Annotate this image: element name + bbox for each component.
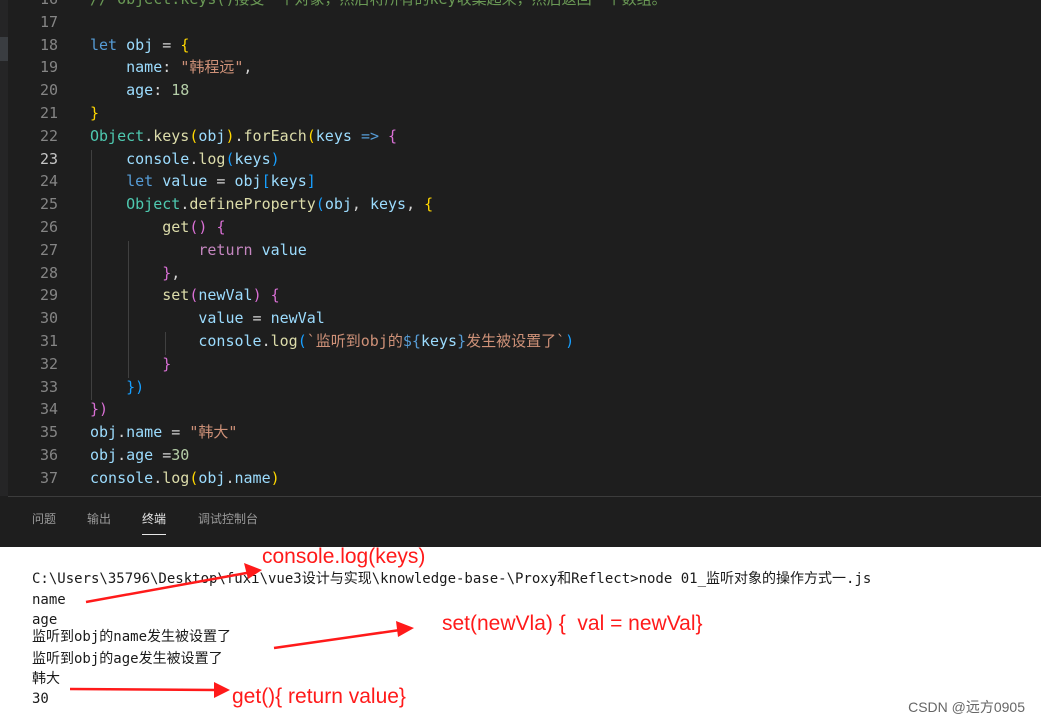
code-text[interactable]: let obj = { — [90, 34, 189, 57]
code-line[interactable]: 20 age: 18 — [0, 79, 1041, 102]
code-line[interactable]: 21} — [0, 102, 1041, 125]
terminal-output-line: name — [32, 592, 66, 608]
line-number: 20 — [39, 81, 58, 100]
code-text[interactable]: } — [90, 353, 171, 376]
code-line[interactable]: 17 — [0, 11, 1041, 34]
tab-terminal[interactable]: 终端 — [142, 510, 167, 535]
code-editor[interactable]: 16 // Object.keys()接受一个对象，然后将所有的key收集起来，然… — [0, 0, 1041, 496]
code-line[interactable]: 22 Object.keys(obj).forEach(keys => { — [0, 125, 1041, 148]
line-number: 29 — [39, 286, 58, 305]
code-text[interactable]: console.log(`监听到obj的${keys}发生被设置了`) — [90, 330, 574, 353]
line-number: 21 — [39, 104, 58, 122]
code-line[interactable]: 32 } — [0, 353, 1041, 376]
code-text[interactable]: console.log(obj.name) — [90, 467, 280, 490]
code-line[interactable]: 34}) — [0, 398, 1041, 421]
code-text[interactable]: Object.keys(obj).forEach(keys => { — [90, 125, 397, 148]
panel-divider — [8, 496, 1041, 497]
code-text[interactable]: return value — [90, 239, 306, 262]
code-text[interactable]: }, — [90, 262, 180, 285]
code-line[interactable]: 36 obj.age =30 — [0, 444, 1041, 467]
line-number: 36 — [39, 446, 58, 464]
annotation-get: get(){ return value} — [232, 685, 406, 708]
line-number: 33 — [39, 377, 58, 396]
code-line[interactable]: 26 get() { — [0, 216, 1041, 239]
code-text[interactable]: }) — [90, 398, 108, 421]
terminal-output-line: 监听到obj的name发生被设置了 — [32, 629, 232, 645]
code-text[interactable]: // Object.keys()接受一个对象，然后将所有的key收集起来，然后返… — [90, 0, 667, 11]
code-line[interactable]: 29 set(newVal) { — [0, 284, 1041, 307]
line-number: 24 — [39, 172, 58, 191]
code-line[interactable]: 16 // Object.keys()接受一个对象，然后将所有的key收集起来，然… — [0, 0, 1041, 11]
line-number: 37 — [39, 468, 58, 487]
line-number: 16 — [8, 0, 58, 11]
line-number: 32 — [39, 354, 58, 373]
code-text[interactable]: }) — [90, 376, 144, 399]
tab-output[interactable]: 输出 — [87, 510, 111, 528]
terminal-command-line: C:\Users\35796\Desktop\fuxi\vue3设计与实现\kn… — [32, 571, 872, 587]
line-number: 22 — [39, 126, 58, 145]
code-line[interactable]: 27 return value — [0, 239, 1041, 262]
annotation-console-log: console.log(keys) — [262, 545, 426, 568]
code-line[interactable]: 24 let value = obj[keys] — [0, 170, 1041, 193]
code-text[interactable]: name: "韩程远", — [90, 56, 252, 79]
code-text[interactable]: obj.name = "韩大" — [90, 421, 237, 444]
code-text[interactable]: set(newVal) { — [90, 284, 279, 307]
csdn-watermark: CSDN @远方0905 — [908, 699, 1025, 715]
annotation-set: set(newVla) { val = newVal} — [442, 612, 703, 635]
code-text[interactable]: get() { — [90, 216, 225, 239]
code-text[interactable]: Object.defineProperty(obj, keys, { — [90, 193, 433, 216]
code-line[interactable]: 28 }, — [0, 262, 1041, 285]
terminal-output-line: 监听到obj的age发生被设置了 — [32, 651, 223, 667]
line-number: 18 — [39, 35, 58, 54]
tab-problems[interactable]: 问题 — [32, 510, 56, 528]
line-number: 31 — [39, 332, 58, 350]
code-line[interactable]: 35 obj.name = "韩大" — [0, 421, 1041, 444]
code-text[interactable]: } — [90, 102, 99, 125]
code-text[interactable]: obj.age =30 — [90, 444, 189, 467]
code-text[interactable]: let value = obj[keys] — [90, 170, 316, 193]
code-line[interactable]: 33 }) — [0, 376, 1041, 399]
line-number: 26 — [39, 218, 58, 236]
code-line[interactable]: 25 Object.defineProperty(obj, keys, { — [0, 193, 1041, 216]
code-line[interactable]: 37 console.log(obj.name) — [0, 467, 1041, 490]
code-text[interactable]: age: 18 — [90, 79, 189, 102]
code-line[interactable]: 30 value = newVal — [0, 307, 1041, 330]
line-number: 34 — [39, 400, 58, 419]
line-number: 35 — [39, 423, 58, 442]
code-line[interactable]: 19 name: "韩程远", — [0, 56, 1041, 79]
code-line[interactable]: 31 console.log(`监听到obj的${keys}发生被设置了`) — [0, 330, 1041, 353]
line-number: 25 — [39, 195, 58, 214]
line-number: 30 — [39, 309, 58, 328]
terminal-output-line: 韩大 — [32, 671, 60, 687]
line-number: 23 — [39, 149, 58, 168]
tab-debug-console[interactable]: 调试控制台 — [198, 510, 258, 528]
code-line[interactable]: 23 console.log(keys) — [0, 148, 1041, 171]
line-number: 27 — [39, 240, 58, 259]
code-text[interactable]: console.log(keys) — [90, 148, 280, 171]
line-number: 17 — [39, 12, 58, 31]
line-number: 19 — [39, 58, 58, 77]
code-text[interactable]: value = newVal — [90, 307, 324, 330]
terminal-output-line: 30 — [32, 691, 49, 707]
line-number: 28 — [39, 263, 58, 282]
code-line[interactable]: 18 let obj = { — [0, 34, 1041, 57]
